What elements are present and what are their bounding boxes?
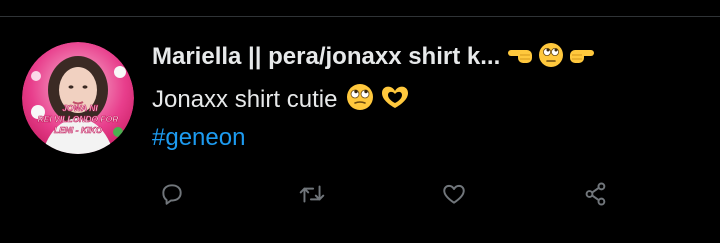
retweet-button[interactable] bbox=[294, 176, 330, 212]
like-button[interactable] bbox=[436, 176, 472, 212]
tweet[interactable]: JOWA NI REI VILLONDO FOR LENI - KIKO Mar… bbox=[0, 0, 720, 243]
avatar-caption-3: LENI - KIKO bbox=[54, 125, 103, 135]
tweet-header: Mariella || pera/jonaxx shirt k... bbox=[152, 38, 712, 76]
backhand-index-pointing-right-icon bbox=[566, 44, 596, 71]
rolling-eyes-emoji-icon bbox=[538, 42, 564, 73]
avatar-caption-2: REI VILLONDO FOR bbox=[38, 114, 120, 124]
divider bbox=[0, 16, 720, 17]
author-display-name[interactable]: Mariella || pera/jonaxx shirt k... bbox=[152, 43, 500, 71]
face-with-rolling-eyes-icon bbox=[345, 82, 375, 119]
text-emoji-group bbox=[345, 82, 411, 119]
retweet-icon bbox=[298, 181, 326, 207]
avatar-caption-1: JOWA NI bbox=[62, 103, 98, 113]
heart-hands-icon bbox=[379, 83, 411, 118]
heart-icon bbox=[441, 181, 467, 207]
share-icon bbox=[583, 181, 609, 207]
avatar[interactable]: JOWA NI REI VILLONDO FOR LENI - KIKO bbox=[22, 42, 134, 154]
name-emoji-group bbox=[506, 42, 596, 73]
reply-button[interactable] bbox=[154, 176, 190, 212]
hashtag-link[interactable]: #geneon bbox=[152, 120, 245, 156]
tweet-text: Jonaxx shirt cutie bbox=[152, 86, 338, 113]
reply-icon bbox=[159, 181, 185, 207]
share-button[interactable] bbox=[578, 176, 614, 212]
backhand-index-pointing-left-icon bbox=[506, 44, 536, 71]
tweet-actions bbox=[154, 176, 634, 212]
tweet-body: Jonaxx shirt cutie bbox=[152, 82, 411, 118]
